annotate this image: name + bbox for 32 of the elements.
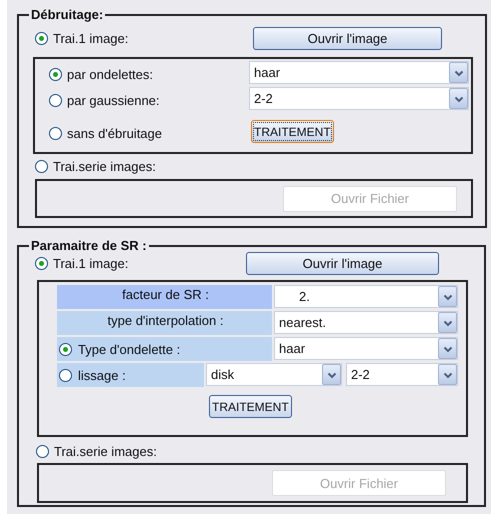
radio-label: sans d'ébruitage: [67, 126, 162, 140]
radio-button[interactable]: [59, 368, 72, 382]
process-button[interactable]: TRAITEMENT: [209, 395, 292, 418]
radio-label: par ondelettes:: [67, 66, 154, 82]
dropdown[interactable]: 2-2: [346, 363, 458, 386]
dropdown[interactable]: haar: [274, 337, 458, 360]
radio-label: Trai.1 image:: [53, 256, 128, 270]
dropdown[interactable]: haar: [249, 61, 469, 84]
radio-label: Trai.serie images:: [54, 444, 157, 458]
radio-button[interactable]: [35, 32, 48, 44]
radio-button[interactable]: [49, 68, 62, 80]
radio-button[interactable]: [35, 256, 48, 270]
section-title: Débruitage:: [29, 7, 106, 23]
radio-button[interactable]: [35, 160, 48, 172]
radio-button[interactable]: [36, 444, 49, 458]
dropdown[interactable]: nearest.: [274, 311, 458, 334]
label-text: facteur de SR :: [121, 286, 210, 302]
radio-button[interactable]: [59, 342, 72, 356]
radio-label: par gaussienne:: [67, 92, 160, 108]
dropdown[interactable]: 2.: [274, 285, 458, 308]
dropdown[interactable]: disk: [206, 363, 342, 386]
radio-button[interactable]: [49, 94, 62, 106]
dropdown[interactable]: 2-2: [249, 87, 469, 110]
label-text: type d'interpolation :: [106, 312, 224, 328]
open-image-button[interactable]: Ouvrir l'image: [246, 252, 439, 274]
radio-label: Type d'ondelette :: [78, 342, 180, 356]
radio-label: lissage :: [78, 368, 126, 382]
process-button[interactable]: TRAITEMENT: [251, 120, 334, 143]
radio-button[interactable]: [49, 126, 62, 140]
open-image-button[interactable]: Ouvrir l'image: [253, 26, 442, 50]
radio-label: Trai.1 image:: [53, 30, 128, 46]
radio-label: Trai.serie images:: [53, 158, 156, 174]
